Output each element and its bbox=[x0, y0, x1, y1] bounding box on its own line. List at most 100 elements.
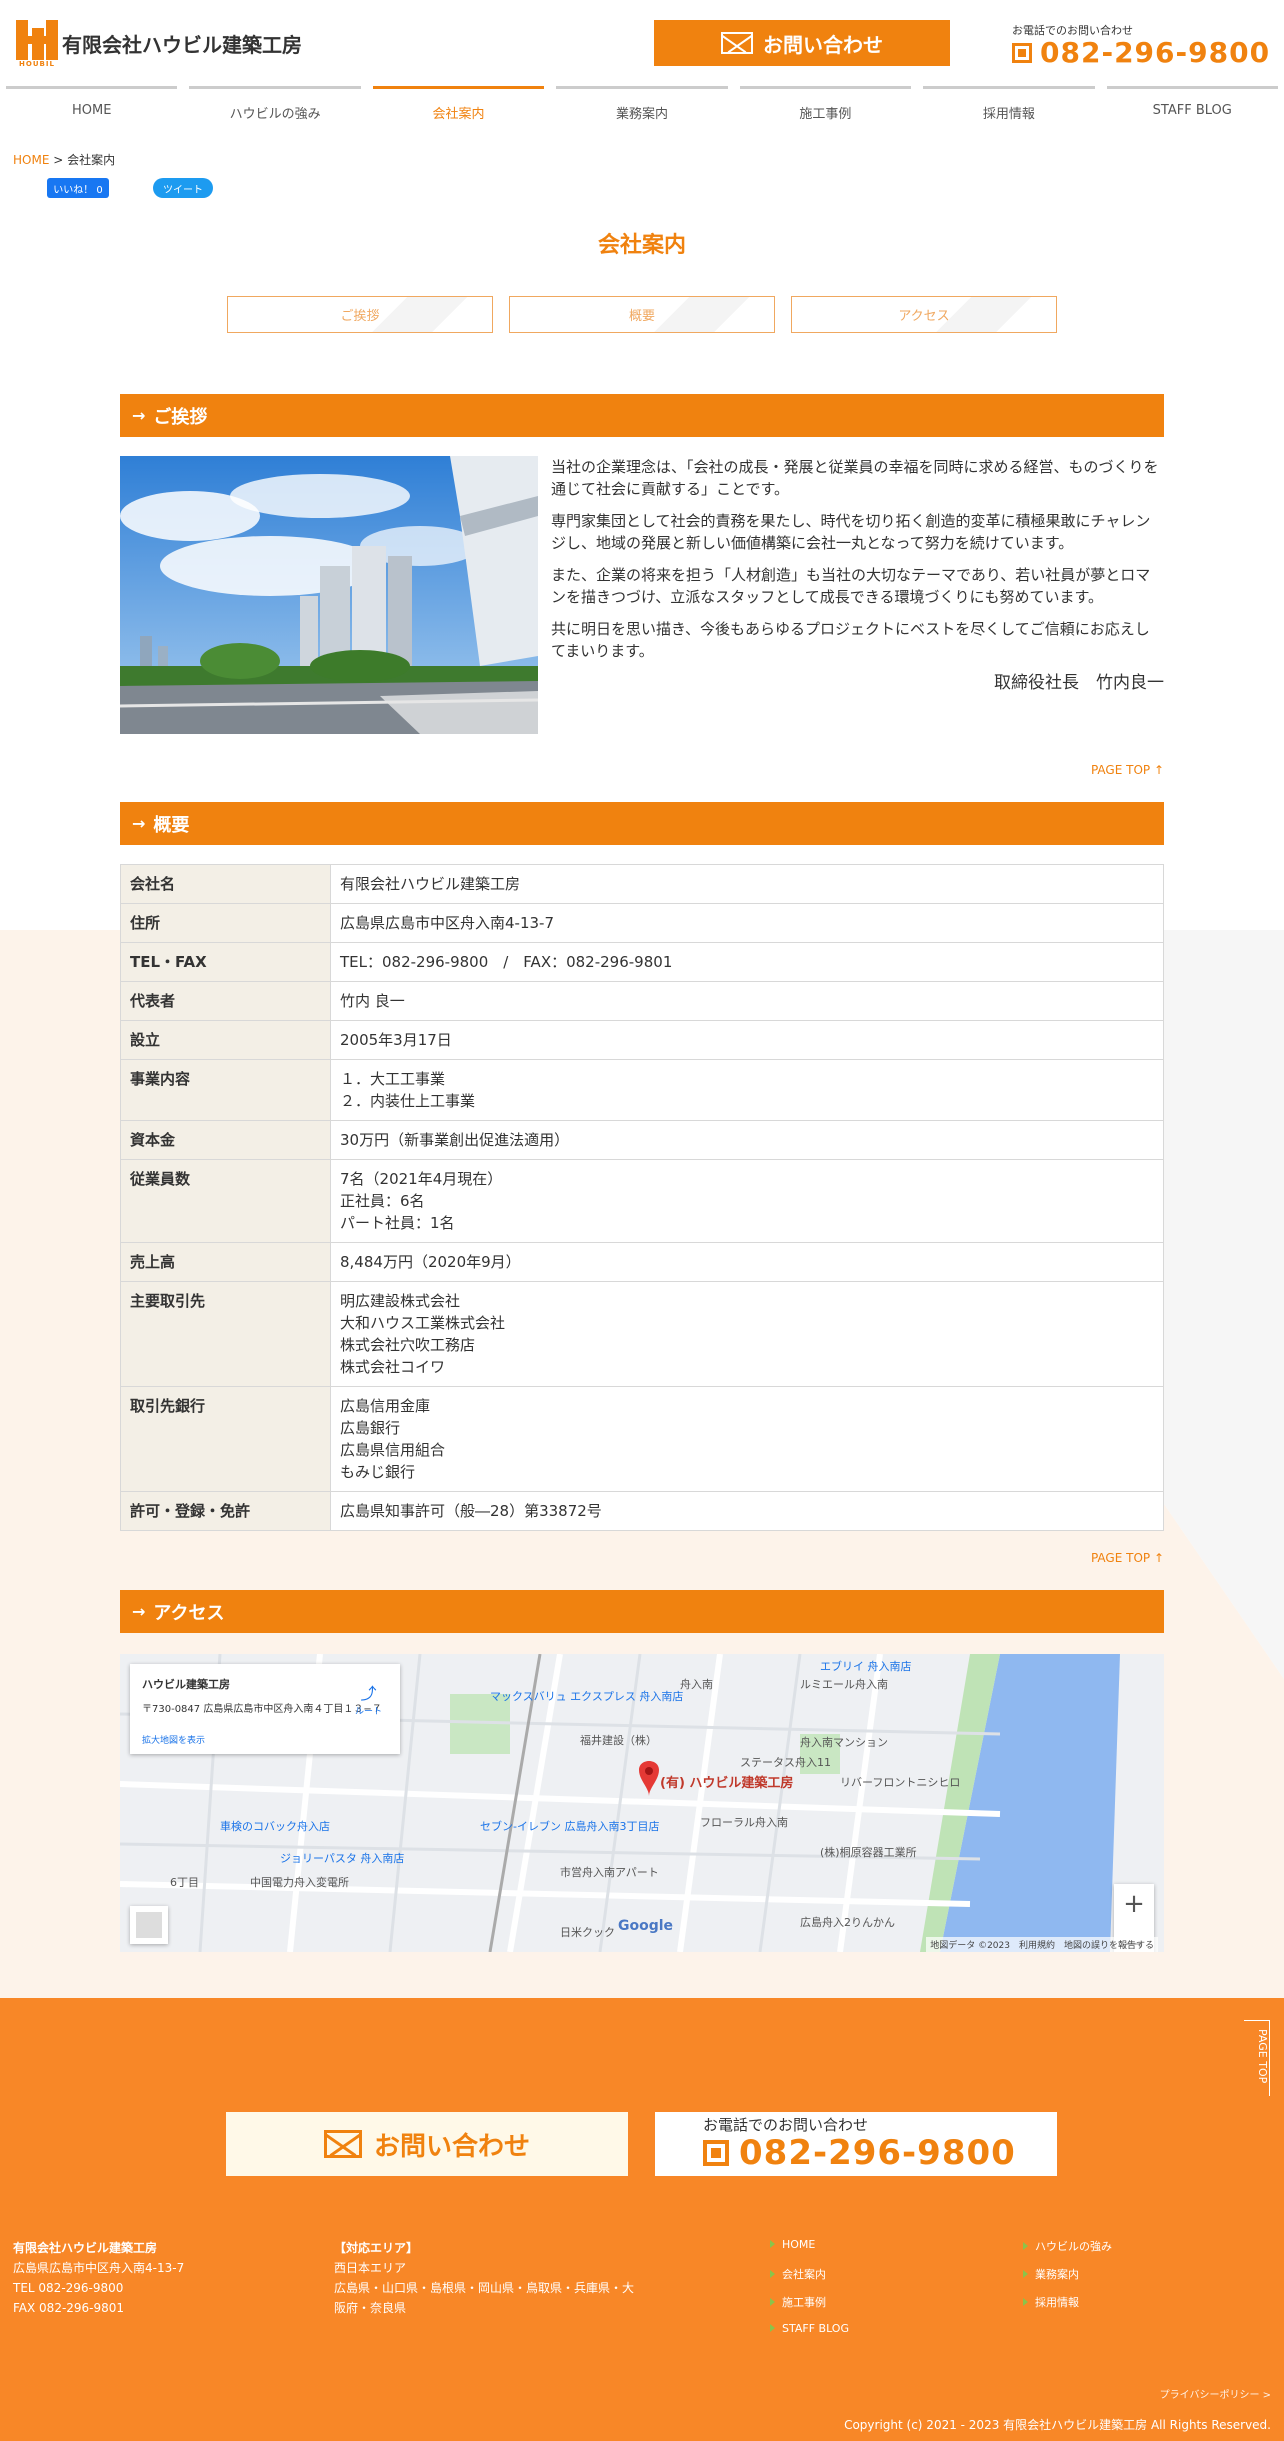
row-label: 会社名 bbox=[120, 864, 331, 904]
nav-company[interactable]: 会社案内 bbox=[372, 86, 545, 128]
anchor-overview[interactable]: 概要 bbox=[509, 296, 775, 333]
anchor-greeting[interactable]: ご挨拶 bbox=[227, 296, 493, 333]
map-place-label[interactable]: ステータス舟入11 bbox=[740, 1754, 831, 1770]
zoom-in-button[interactable]: + bbox=[1114, 1884, 1154, 1924]
phone-icon bbox=[1012, 42, 1032, 63]
page-top-link[interactable]: PAGE TOP ↑ bbox=[1091, 763, 1164, 777]
anchor-access[interactable]: アクセス bbox=[791, 296, 1057, 333]
map-place-label[interactable]: 舟入南 bbox=[680, 1676, 713, 1692]
row-label: 取引先銀行 bbox=[120, 1386, 331, 1492]
table-row: TEL・FAX TEL：082-296-9800 / FAX：082-296-98… bbox=[120, 942, 1164, 982]
row-value: 8,484万円（2020年9月） bbox=[330, 1242, 1164, 1282]
nav-strengths[interactable]: ハウビルの強み bbox=[189, 86, 361, 128]
map-info-card: ハウビル建築工房 〒730-0847 広島県広島市中区舟入南４丁目１３−７ 拡大… bbox=[130, 1664, 400, 1754]
row-label: 許可・登録・免許 bbox=[120, 1491, 331, 1531]
site-logo[interactable]: HOUBIL 有限会社ハウビル建築工房 bbox=[14, 18, 302, 68]
table-row: 住所 広島県広島市中区舟入南4-13-7 bbox=[120, 903, 1164, 943]
map-enlarge-link[interactable]: 拡大地図を表示 bbox=[142, 1733, 388, 1746]
company-overview-table: 会社名 有限会社ハウビル建築工房 住所 広島県広島市中区舟入南4-13-7 TEL・FA… bbox=[120, 864, 1164, 1531]
row-value: 明広建設株式会社 大和ハウス工業株式会社 株式会社穴吹工務店 株式会社コイワ bbox=[330, 1281, 1164, 1387]
privacy-policy-link[interactable]: プライバシーポリシー > bbox=[1160, 2386, 1271, 2401]
google-map[interactable]: エブリイ 舟入南店マックスバリュ エクスプレス 舟入南店福井建設（株） 舟入南 ルミ… bbox=[120, 1654, 1164, 1952]
mail-icon bbox=[323, 2130, 362, 2158]
header-contact-button[interactable]: お問い合わせ bbox=[654, 20, 950, 66]
row-label: 資本金 bbox=[120, 1120, 331, 1160]
map-place-label[interactable]: 市営舟入南アパート bbox=[560, 1864, 659, 1880]
map-place-label[interactable]: 6丁目 bbox=[170, 1874, 199, 1890]
directions-button[interactable]: ⤴ ルート bbox=[355, 1680, 382, 1717]
row-value: 2005年3月17日 bbox=[330, 1020, 1164, 1060]
map-place-label[interactable]: 広島舟入2りんかん bbox=[800, 1914, 895, 1930]
map-place-label[interactable]: 中国電力舟入変電所 bbox=[250, 1874, 349, 1890]
greeting-text: 当社の企業理念は、「会社の成長・発展と従業員の幸福を同時に求める経営、ものづくり… bbox=[551, 458, 1164, 693]
map-place-label[interactable]: リバーフロントニシヒロ bbox=[840, 1774, 960, 1790]
row-value: １．大工工事業 ２．内装仕上工事業 bbox=[330, 1059, 1164, 1121]
page-top-link[interactable]: PAGE TOP ↑ bbox=[1091, 1551, 1164, 1565]
copyright: Copyright (c) 2021 - 2023 有限会社ハウビル建築工房 A… bbox=[844, 2418, 1271, 2432]
tweet-button[interactable]: ツイート bbox=[153, 178, 213, 198]
site-header: HOUBIL 有限会社ハウビル建築工房 お問い合わせ お電話でのお問い合わせ 0… bbox=[0, 0, 1284, 86]
nav-recruit[interactable]: 採用情報 bbox=[923, 86, 1095, 128]
row-value: 竹内 良一 bbox=[330, 981, 1164, 1021]
table-row: 売上高 8,484万円（2020年9月） bbox=[120, 1242, 1164, 1282]
footer-link-blog[interactable]: STAFF BLOG bbox=[770, 2322, 1023, 2335]
map-place-label[interactable]: エブリイ 舟入南店 bbox=[820, 1658, 912, 1674]
row-label: 事業内容 bbox=[120, 1059, 331, 1121]
nav-blog[interactable]: STAFF BLOG bbox=[1106, 86, 1278, 128]
mail-icon bbox=[721, 32, 753, 54]
row-value: 広島県広島市中区舟入南4-13-7 bbox=[330, 903, 1164, 943]
table-row: 代表者 竹内 良一 bbox=[120, 981, 1164, 1021]
footer-link-strengths[interactable]: ハウビルの強み bbox=[1023, 2238, 1270, 2254]
map-place-label[interactable]: 舟入南マンション bbox=[800, 1734, 888, 1750]
footer-links: HOME ハウビルの強み 会社案内 業務案内 施工事例 採用情報 STAFF B… bbox=[770, 2238, 1270, 2335]
nav-services[interactable]: 業務案内 bbox=[556, 86, 728, 128]
map-marker-label: (有) ハウビル建築工房 bbox=[660, 1776, 794, 1791]
phone-icon bbox=[703, 2140, 729, 2166]
footer-tel[interactable]: お電話でのお問い合わせ 082-296-9800 bbox=[655, 2112, 1057, 2176]
facebook-like-button[interactable]: いいね！ 0 bbox=[47, 178, 109, 198]
header-tel[interactable]: お電話でのお問い合わせ 082-296-9800 bbox=[1012, 22, 1270, 69]
tel-number: 082-296-9800 bbox=[1040, 36, 1271, 69]
map-place-label[interactable]: 車検のコバック舟入店 bbox=[220, 1818, 330, 1834]
table-row: 主要取引先 明広建設株式会社 大和ハウス工業株式会社 株式会社穴吹工務店 株式会社… bbox=[120, 1281, 1164, 1387]
breadcrumb-home[interactable]: HOME bbox=[13, 153, 49, 167]
map-place-label[interactable]: (株)桐原容器工業所 bbox=[820, 1844, 917, 1860]
footer-link-works[interactable]: 施工事例 bbox=[770, 2294, 1023, 2310]
footer-link-recruit[interactable]: 採用情報 bbox=[1023, 2294, 1270, 2310]
row-label: 代表者 bbox=[120, 981, 331, 1021]
row-label: 従業員数 bbox=[120, 1159, 331, 1243]
nav-works[interactable]: 施工事例 bbox=[739, 86, 912, 128]
row-value: 広島県知事許可（般―28）第33872号 bbox=[330, 1491, 1164, 1531]
anchor-tabs: ご挨拶 概要 アクセス bbox=[227, 296, 1057, 333]
row-value: 広島信用金庫 広島銀行 広島県信用組合 もみじ銀行 bbox=[330, 1386, 1164, 1492]
nav-home[interactable]: HOME bbox=[6, 86, 178, 128]
page-title: 会社案内 bbox=[597, 233, 686, 258]
arrow-right-icon: → bbox=[132, 406, 146, 425]
footer-link-services[interactable]: 業務案内 bbox=[1023, 2266, 1270, 2282]
map-place-label[interactable]: マックスバリュ エクスプレス 舟入南店 bbox=[490, 1688, 683, 1704]
arrow-right-icon: → bbox=[132, 814, 146, 833]
footer-contact-button[interactable]: お問い合わせ bbox=[226, 2112, 628, 2176]
street-view-control[interactable] bbox=[130, 1906, 168, 1944]
table-row: 資本金 30万円（新事業創出促進法適用） bbox=[120, 1120, 1164, 1160]
breadcrumb: HOME > 会社案内 bbox=[13, 153, 116, 167]
map-place-label[interactable]: 日米クック bbox=[560, 1924, 615, 1940]
section-heading-overview: → 概要 bbox=[120, 802, 1164, 845]
map-place-label[interactable]: フローラル舟入南 bbox=[700, 1814, 788, 1830]
map-place-label[interactable]: セブン-イレブン 広島舟入南3丁目店 bbox=[480, 1818, 659, 1834]
map-place-label[interactable]: 福井建設（株） bbox=[580, 1732, 657, 1748]
row-value: 有限会社ハウビル建築工房 bbox=[330, 864, 1164, 904]
row-value: 30万円（新事業創出促進法適用） bbox=[330, 1120, 1164, 1160]
footer-link-company[interactable]: 会社案内 bbox=[770, 2266, 1023, 2282]
footer-link-home[interactable]: HOME bbox=[770, 2238, 1023, 2254]
map-place-label[interactable]: ジョリーパスタ 舟入南店 bbox=[280, 1850, 404, 1866]
table-row: 設立 2005年3月17日 bbox=[120, 1020, 1164, 1060]
row-label: 主要取引先 bbox=[120, 1281, 331, 1387]
map-place-label[interactable]: ルミエール舟入南 bbox=[800, 1676, 888, 1692]
row-label: 設立 bbox=[120, 1020, 331, 1060]
map-attribution[interactable]: 地図データ ©2023 利用規約 地図の誤りを報告する bbox=[926, 1937, 1158, 1952]
footer-page-top[interactable]: PAGE TOP bbox=[1244, 2020, 1270, 2096]
arrow-right-icon: → bbox=[132, 1602, 146, 1621]
directions-icon: ⤴ bbox=[360, 1684, 377, 1703]
google-logo: Google bbox=[618, 1918, 674, 1934]
